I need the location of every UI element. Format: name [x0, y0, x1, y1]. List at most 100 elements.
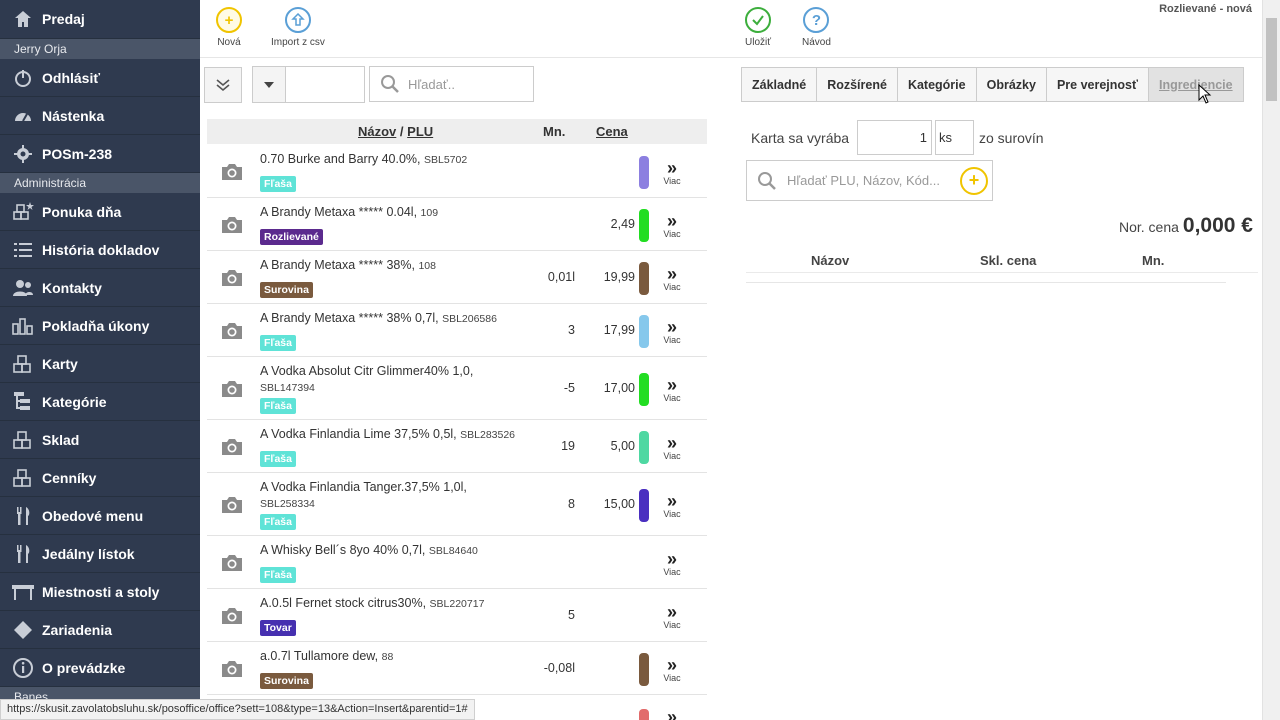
- sidebar-item-predaj[interactable]: Predaj: [0, 0, 200, 39]
- collapse-filter-button[interactable]: [204, 67, 242, 103]
- sort-plu-link[interactable]: PLU: [407, 124, 433, 139]
- camera-icon[interactable]: [220, 496, 244, 514]
- add-ingredient-button[interactable]: +: [960, 166, 988, 195]
- row-more-button[interactable]: » Viac: [660, 656, 684, 683]
- table-row[interactable]: A Brandy Metaxa ***** 38%, 108 Surovina 0,…: [207, 251, 707, 304]
- sidebar-item-obedové-menu[interactable]: Obedové menu: [0, 497, 200, 535]
- tab-rozšírené[interactable]: Rozšírené: [816, 67, 897, 102]
- row-more-button[interactable]: » Viac: [660, 603, 684, 630]
- search-input[interactable]: Hľadať..: [369, 66, 534, 102]
- new-button[interactable]: + Nová: [216, 7, 242, 48]
- sidebar-item-label: Zariadenia: [42, 621, 113, 638]
- table-row[interactable]: A Whisky Bell´s 8yo 40% 0,7l, SBL84640 Fľ…: [207, 536, 707, 589]
- row-more-button[interactable]: » Viac: [660, 159, 684, 186]
- row-more-button[interactable]: » Viac: [660, 492, 684, 519]
- sort-price-link[interactable]: Cena: [596, 124, 628, 139]
- tab-základné[interactable]: Základné: [741, 67, 817, 102]
- row-more-label: Viac: [663, 281, 681, 292]
- row-quantity: 8: [568, 496, 575, 511]
- row-more-button[interactable]: » Viac: [660, 376, 684, 403]
- cutlery-icon: [11, 542, 35, 566]
- table-row[interactable]: A Vodka Finlandia Tanger.37,5% 1,0l, SBL2…: [207, 473, 707, 536]
- camera-icon[interactable]: [220, 554, 244, 572]
- sidebar-item-miestnosti-a-stoly[interactable]: Miestnosti a stoly: [0, 573, 200, 611]
- table-row[interactable]: a.0.7l Tullamore dew, 88 Surovina -0,08l » V…: [207, 642, 707, 695]
- sidebar-item-odhlasit[interactable]: Odhlásiť: [0, 59, 200, 97]
- row-plu: SBL206586: [442, 313, 497, 325]
- section-admin: Administrácia: [0, 173, 200, 193]
- row-more-button[interactable]: » Viac: [660, 212, 684, 239]
- sidebar-item-label: História dokladov: [42, 241, 160, 258]
- camera-icon[interactable]: [220, 163, 244, 181]
- import-csv-button[interactable]: Import z csv: [271, 7, 325, 48]
- row-plu: 108: [418, 260, 436, 272]
- tab-ingrediencie[interactable]: Ingrediencie: [1147, 67, 1244, 102]
- row-name-text: A Vodka Finlandia Lime 37,5% 0,5l,: [260, 427, 457, 441]
- camera-icon[interactable]: [220, 380, 244, 398]
- karta-unit-input[interactable]: ks: [935, 120, 974, 155]
- page-scrollbar[interactable]: [1262, 0, 1280, 720]
- row-price: 15,00: [603, 496, 635, 511]
- camera-icon[interactable]: [220, 438, 244, 456]
- bar-chart-icon: [11, 314, 35, 338]
- row-price: 17,99: [603, 322, 635, 337]
- tab-obrázky[interactable]: Obrázky: [975, 67, 1046, 102]
- list-icon: [11, 238, 35, 262]
- table-row[interactable]: A.0.5l Fernet stock citrus30%, SBL220717…: [207, 589, 707, 642]
- camera-icon[interactable]: [220, 269, 244, 287]
- camera-icon[interactable]: [220, 322, 244, 340]
- row-name-text: A.0.5l Fernet stock citrus30%,: [260, 596, 427, 610]
- sidebar-item-label: Odhlásiť: [42, 69, 101, 86]
- table-row[interactable]: 0.70 Burke and Barry 40.0%, SBL5702 Fľaša…: [207, 145, 707, 198]
- sort-name-link[interactable]: Názov: [358, 124, 396, 139]
- sidebar-item-ponuka-dňa[interactable]: Ponuka dňa: [0, 193, 200, 231]
- sidebar-item-o-prevádzke[interactable]: O prevádzke: [0, 649, 200, 687]
- column-header-price[interactable]: Cena: [596, 124, 628, 139]
- row-type-badge: Fľaša: [260, 398, 296, 414]
- row-more-button[interactable]: » Viac: [660, 318, 684, 345]
- filter-dropdown-button[interactable]: [252, 66, 286, 103]
- table-row[interactable]: A Vodka Absolut Citr Glimmer40% 1,0, SBL1…: [207, 357, 707, 420]
- sidebar-item-zariadenia[interactable]: Zariadenia: [0, 611, 200, 649]
- sidebar-item-kontakty[interactable]: Kontakty: [0, 269, 200, 307]
- row-type-badge: Tovar: [260, 620, 296, 636]
- sidebar-item-cenníky[interactable]: Cenníky: [0, 459, 200, 497]
- table-row[interactable]: A Vodka Finlandia Lime 37,5% 0,5l, SBL28…: [207, 420, 707, 473]
- table-row[interactable]: A Brandy Metaxa ***** 0.04l, 109 Rozlieva…: [207, 198, 707, 251]
- sidebar-item-jedálny-lístok[interactable]: Jedálny lístok: [0, 535, 200, 573]
- row-more-button[interactable]: » Viac: [660, 434, 684, 461]
- help-button[interactable]: ? Návod: [802, 7, 831, 48]
- ingredient-search-input[interactable]: Hľadať PLU, Názov, Kód... +: [746, 160, 993, 201]
- sidebar-item-karty[interactable]: Karty: [0, 345, 200, 383]
- toolbar: + Nová Import z csv Uložiť ? Návod Rozli…: [200, 0, 1262, 58]
- row-name-text: a.0.7l Tullamore dew,: [260, 649, 379, 663]
- camera-icon[interactable]: [220, 607, 244, 625]
- sidebar-item-posm[interactable]: POSm-238: [0, 135, 200, 173]
- row-more-button[interactable]: »: [660, 708, 684, 720]
- sidebar-item-kategórie[interactable]: Kategórie: [0, 383, 200, 421]
- filter-number-input[interactable]: [285, 66, 365, 103]
- row-more-button[interactable]: » Viac: [660, 265, 684, 292]
- karta-quantity-input[interactable]: 1: [857, 120, 932, 155]
- normative-price: Nor. cena 0,000 €: [1119, 214, 1253, 238]
- tab-pre-verejnosť[interactable]: Pre verejnosť: [1045, 67, 1148, 102]
- karta-label: Karta sa vyrába: [751, 129, 850, 146]
- camera-icon[interactable]: [220, 660, 244, 678]
- table-row[interactable]: A Brandy Metaxa ***** 38% 0,7l, SBL20658…: [207, 304, 707, 357]
- sidebar-item-história-dokladov[interactable]: História dokladov: [0, 231, 200, 269]
- camera-icon[interactable]: [220, 216, 244, 234]
- question-icon: ?: [803, 7, 830, 33]
- tab-kategórie[interactable]: Kategórie: [896, 67, 976, 102]
- save-button[interactable]: Uložiť: [745, 7, 771, 48]
- row-name: a.0.7l Tullamore dew, 88: [260, 648, 550, 665]
- sidebar-item-sklad[interactable]: Sklad: [0, 421, 200, 459]
- row-more-button[interactable]: » Viac: [660, 550, 684, 577]
- blocks-icon: [11, 352, 35, 376]
- scrollbar-thumb[interactable]: [1266, 18, 1277, 101]
- user-name: Jerry Orja: [0, 39, 200, 59]
- sidebar-item-pokladňa-úkony[interactable]: Pokladňa úkony: [0, 307, 200, 345]
- row-plu: SBL258334: [260, 498, 315, 510]
- row-price: 5,00: [610, 438, 635, 453]
- row-type-badge: Fľaša: [260, 451, 296, 467]
- sidebar-item-nastenka[interactable]: Nástenka: [0, 97, 200, 135]
